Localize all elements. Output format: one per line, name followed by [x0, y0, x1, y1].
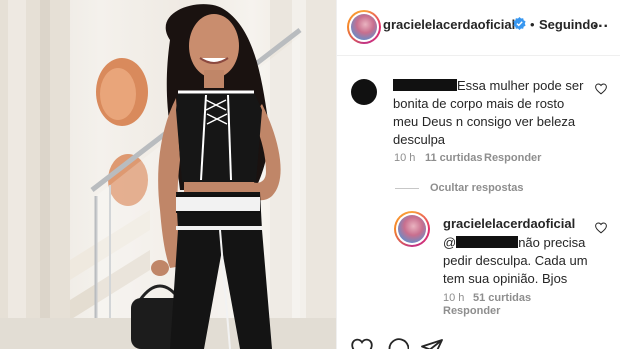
more-icon[interactable]: ... — [593, 14, 609, 32]
comment-line-4: desculpa — [393, 132, 446, 147]
post-side-panel: gracielelacerdaoficial • Seguindo ... Es… — [336, 0, 620, 349]
comment-line-3: meu Deus n consigo ver beleza — [393, 114, 576, 129]
commenter-avatar[interactable] — [351, 79, 377, 105]
reply-likes[interactable]: 51 curtidas — [473, 292, 531, 304]
comment-reply-button[interactable]: Responder — [484, 152, 541, 164]
post-photo-illustration — [0, 0, 336, 349]
commenter-username-redacted — [393, 79, 457, 91]
reply-line-2: pedir desculpa. Cada um — [443, 253, 588, 268]
mention-username-redacted[interactable] — [456, 236, 519, 248]
comment-icon[interactable] — [387, 338, 409, 349]
header-username[interactable]: gracielelacerdaoficial — [383, 17, 515, 32]
comment-line-2: bonita de corpo mais de rosto — [393, 96, 565, 111]
hide-replies-button[interactable]: Ocultar respostas — [430, 182, 524, 194]
reply-avatar[interactable] — [394, 211, 430, 247]
verified-badge-icon — [513, 17, 526, 30]
hide-replies-line — [395, 188, 419, 189]
heart-icon[interactable] — [595, 222, 607, 234]
like-heart-icon[interactable] — [351, 338, 373, 349]
header-separator: • — [530, 17, 535, 32]
share-icon[interactable] — [421, 338, 443, 349]
comment-time[interactable]: 10 h — [394, 152, 415, 164]
header-avatar[interactable] — [347, 10, 381, 44]
reply-line-1: não precisa — [518, 235, 586, 250]
comment-text: Essa mulher pode ser bonita de corpo mai… — [393, 77, 603, 149]
comment-likes[interactable]: 11 curtidas — [425, 152, 482, 164]
post-header: gracielelacerdaoficial • Seguindo ... — [337, 0, 620, 56]
following-button[interactable]: Seguindo — [539, 17, 598, 32]
reply-line-3: tem sua opinião. Bjos — [443, 271, 568, 286]
reply-username[interactable]: gracielelacerdaoficial — [443, 216, 575, 231]
reply-time[interactable]: 10 h — [443, 292, 464, 304]
comment-line-1: Essa mulher pode ser — [457, 78, 584, 93]
reply-mention-prefix: @ — [443, 235, 457, 250]
reply-reply-button[interactable]: Responder — [443, 305, 500, 317]
reply-text: @ não precisa pedir desculpa. Cada um tem… — [443, 234, 603, 288]
post-photo[interactable] — [0, 0, 336, 349]
heart-icon[interactable] — [595, 83, 607, 95]
